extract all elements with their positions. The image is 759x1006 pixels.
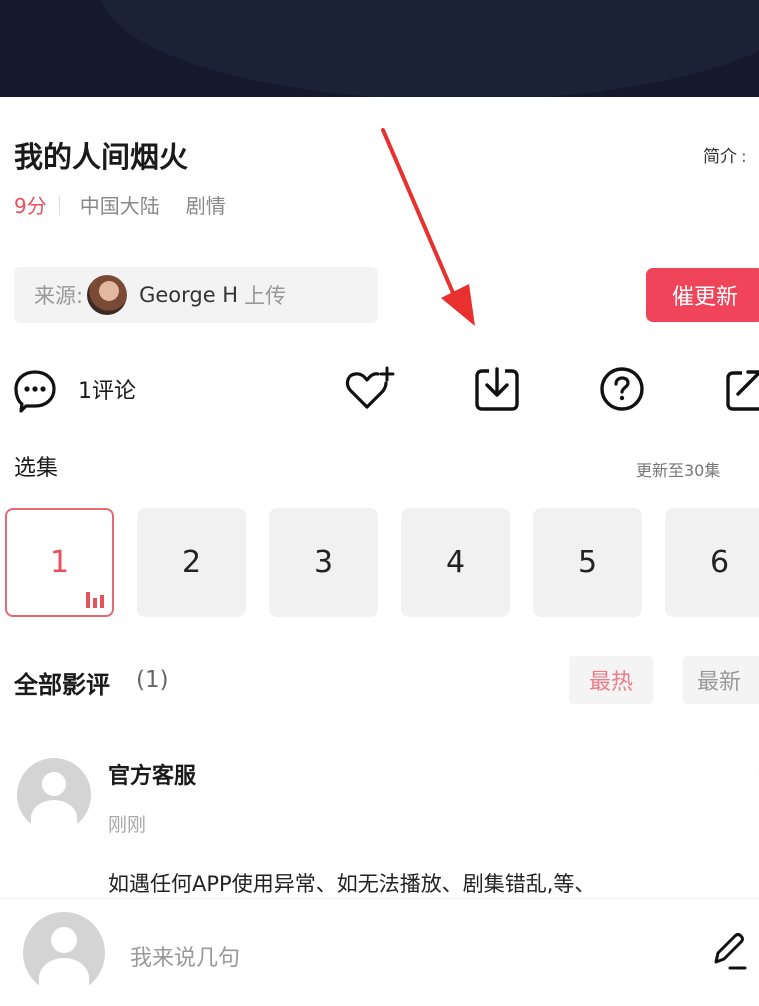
- comment-composer-bar: [0, 898, 759, 1006]
- my-avatar[interactable]: [23, 912, 105, 994]
- episode-tile-4[interactable]: 4: [401, 508, 510, 617]
- urge-update-button[interactable]: 催更新: [646, 268, 759, 322]
- video-player-area[interactable]: [0, 0, 759, 97]
- source-label: 来源:: [34, 284, 84, 308]
- episode-tile-3[interactable]: 3: [269, 508, 378, 617]
- episode-number: 6: [709, 545, 730, 580]
- episode-tile-1[interactable]: 1: [5, 508, 114, 617]
- uploader-avatar: [87, 275, 128, 315]
- share-icon[interactable]: [724, 366, 759, 412]
- now-playing-icon: [86, 592, 104, 608]
- show-region: 中国大陆: [79, 194, 160, 218]
- episode-number: 2: [181, 545, 202, 580]
- edit-pencil-icon[interactable]: [708, 928, 748, 974]
- comment-author[interactable]: 官方客服: [108, 758, 196, 790]
- uploader-name: George H: [139, 283, 239, 307]
- comment-input[interactable]: 我来说几句: [130, 940, 240, 972]
- episode-tile-5[interactable]: 5: [533, 508, 642, 617]
- comment-time: 刚刚: [108, 814, 147, 836]
- meta-divider: [58, 194, 60, 215]
- episode-number: 4: [445, 545, 466, 580]
- comment-text: 如遇任何APP使用异常、如无法播放、剧集错乱,等、: [108, 872, 596, 896]
- download-icon[interactable]: [472, 364, 522, 414]
- episodes-header: 选集: [14, 456, 59, 481]
- sort-hot-button[interactable]: 最热: [569, 656, 653, 704]
- reviews-count: (1): [136, 667, 169, 693]
- source-uploader-chip[interactable]: 来源: George H 上传: [14, 267, 378, 323]
- episode-tile-6[interactable]: 6: [665, 508, 759, 617]
- intro-link[interactable]: 简介:: [703, 142, 747, 167]
- show-title: 我的人间烟火: [14, 140, 189, 174]
- intro-link-label: 简介: [703, 147, 737, 167]
- show-genre: 剧情: [185, 194, 226, 218]
- show-score: 9分: [14, 194, 47, 218]
- commenter-avatar[interactable]: [17, 758, 91, 832]
- episode-number: 3: [313, 545, 334, 580]
- banner-decoration: [100, 0, 759, 97]
- episode-number: 5: [577, 545, 598, 580]
- episode-number: 1: [49, 545, 70, 580]
- episodes-update-label: 更新至30集: [636, 461, 721, 480]
- reviews-header: 全部影评: [14, 671, 110, 699]
- chevron-right-icon: :: [741, 147, 747, 167]
- comment-more-icon[interactable]: ⋮: [750, 762, 759, 786]
- favorite-add-icon[interactable]: [343, 365, 395, 413]
- help-icon[interactable]: [597, 364, 647, 414]
- sort-new-button[interactable]: 最新: [683, 656, 759, 704]
- episodes-update-status[interactable]: 更新至30集: [636, 457, 720, 481]
- uploader-suffix: 上传: [244, 284, 287, 308]
- episode-tile-2[interactable]: 2: [137, 508, 246, 617]
- comment-icon[interactable]: [12, 368, 58, 414]
- comment-count-label[interactable]: 1评论: [78, 373, 136, 405]
- show-meta: 9分 中国大陆 剧情: [14, 190, 226, 219]
